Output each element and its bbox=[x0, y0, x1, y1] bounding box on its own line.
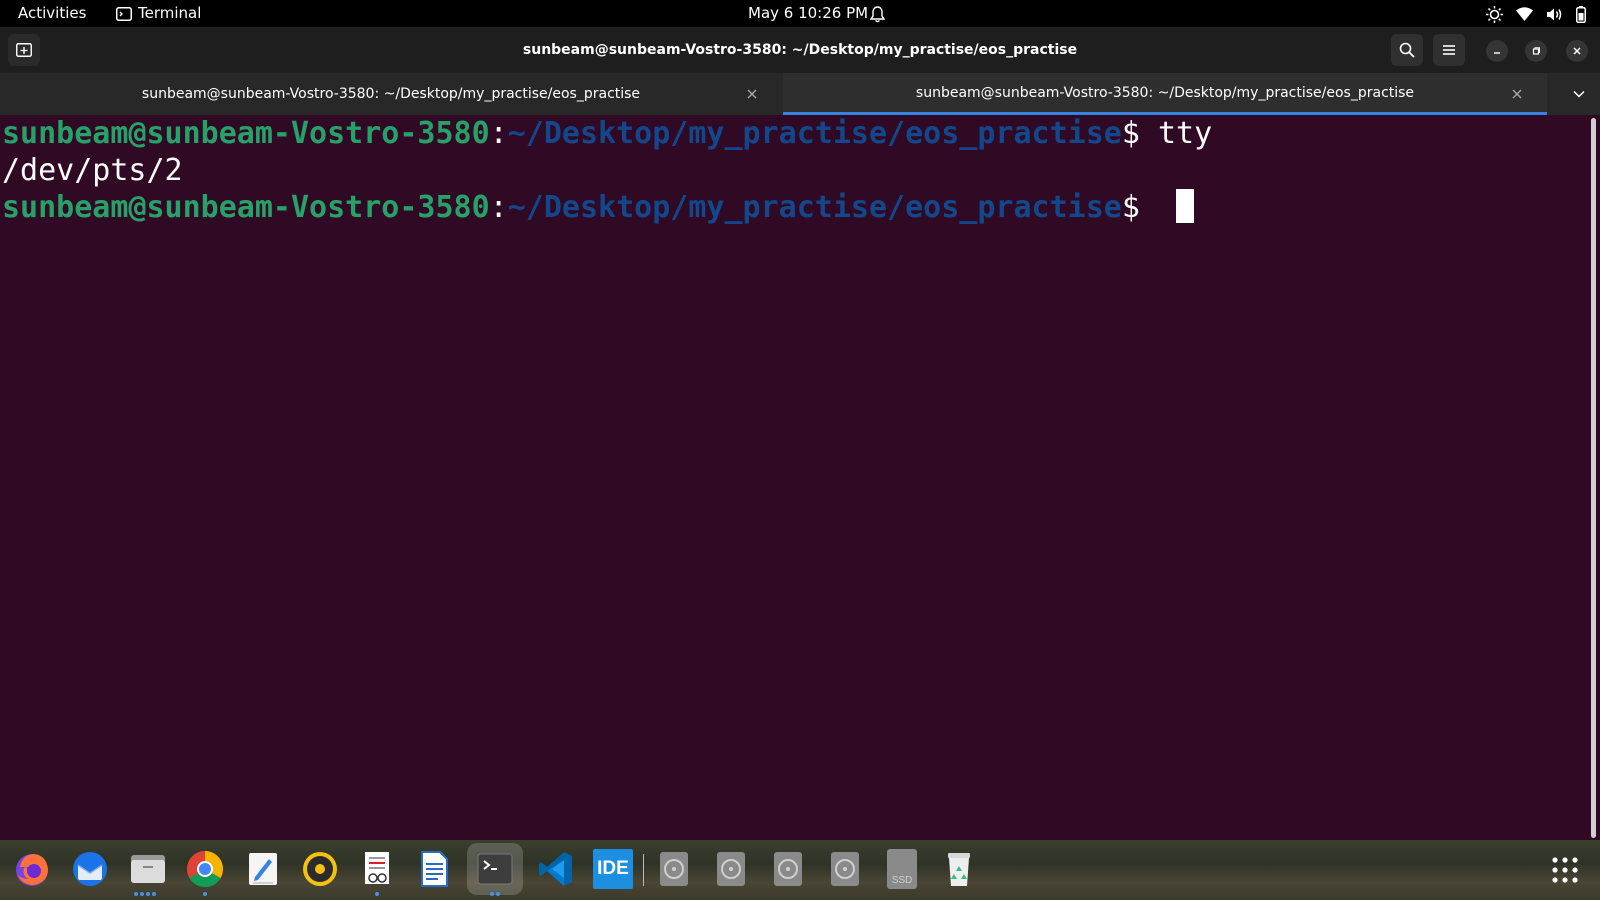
dock-separator bbox=[643, 854, 644, 886]
notification-bell-icon[interactable] bbox=[869, 5, 886, 23]
tab-label: sunbeam@sunbeam-Vostro-3580: ~/Desktop/m… bbox=[141, 86, 641, 102]
running-indicator bbox=[203, 892, 207, 896]
document-viewer-icon[interactable] bbox=[357, 849, 397, 889]
tab-label: sunbeam@sunbeam-Vostro-3580: ~/Desktop/m… bbox=[915, 84, 1415, 101]
drive-icon[interactable] bbox=[711, 849, 751, 889]
ide-icon[interactable]: IDE bbox=[593, 849, 633, 889]
terminal-line: sunbeam@sunbeam-Vostro-3580:~/Desktop/my… bbox=[2, 115, 1212, 152]
tab-bar: sunbeam@sunbeam-Vostro-3580: ~/Desktop/m… bbox=[0, 73, 1600, 115]
firefox-icon[interactable] bbox=[12, 849, 52, 889]
chevron-down-icon bbox=[1573, 90, 1585, 98]
search-icon bbox=[1399, 42, 1415, 58]
prompt-separator: : bbox=[489, 190, 508, 225]
terminal-scrollbar[interactable] bbox=[1591, 118, 1596, 838]
tabs-menu-button[interactable] bbox=[1569, 84, 1589, 104]
ssd-icon[interactable]: SSD bbox=[887, 849, 917, 889]
prompt-user: sunbeam@sunbeam-Vostro-3580 bbox=[2, 116, 490, 151]
battery-icon bbox=[1576, 5, 1586, 23]
terminal-line: /dev/pts/2 bbox=[2, 152, 183, 189]
terminal-output[interactable]: sunbeam@sunbeam-Vostro-3580:~/Desktop/my… bbox=[0, 115, 1590, 840]
drive-icon[interactable] bbox=[768, 849, 808, 889]
tab-1[interactable]: sunbeam@sunbeam-Vostro-3580: ~/Desktop/m… bbox=[0, 73, 782, 115]
volume-icon bbox=[1547, 8, 1562, 20]
close-button[interactable] bbox=[1566, 40, 1588, 62]
activities-button[interactable]: Activities bbox=[18, 0, 86, 27]
app-menu[interactable]: Terminal bbox=[116, 0, 201, 27]
app-name: Terminal bbox=[138, 4, 202, 22]
trash-icon[interactable] bbox=[939, 849, 979, 889]
prompt-symbol: $ bbox=[1121, 190, 1158, 225]
prompt-path: ~/Desktop/my_practise/eos_practise bbox=[507, 190, 1122, 225]
ssd-label: SSD bbox=[891, 875, 913, 886]
running-indicator bbox=[490, 892, 500, 896]
prompt-separator: : bbox=[489, 116, 508, 151]
drive-icon[interactable] bbox=[825, 849, 865, 889]
window-title: sunbeam@sunbeam-Vostro-3580: ~/Desktop/m… bbox=[522, 42, 1078, 58]
tab-close-icon[interactable] bbox=[1509, 86, 1525, 102]
text-editor-icon[interactable] bbox=[243, 849, 283, 889]
dock: IDE SSD bbox=[0, 840, 1600, 900]
search-button[interactable] bbox=[1391, 34, 1423, 66]
vscode-icon[interactable] bbox=[536, 849, 576, 889]
thunderbird-icon[interactable] bbox=[70, 849, 110, 889]
prompt-path: ~/Desktop/my_practise/eos_practise bbox=[507, 116, 1122, 151]
restore-button[interactable] bbox=[1525, 40, 1547, 62]
prompt-symbol: $ bbox=[1121, 116, 1158, 151]
terminal-small-icon bbox=[116, 6, 132, 21]
brightness-icon bbox=[1486, 5, 1503, 23]
prompt-user: sunbeam@sunbeam-Vostro-3580 bbox=[2, 190, 490, 225]
window-titlebar[interactable]: sunbeam@sunbeam-Vostro-3580: ~/Desktop/m… bbox=[0, 27, 1600, 73]
ide-label: IDE bbox=[597, 858, 629, 879]
running-indicator bbox=[375, 892, 379, 896]
running-indicator bbox=[134, 892, 156, 896]
show-applications-icon[interactable] bbox=[1552, 857, 1578, 883]
drive-icon[interactable] bbox=[654, 849, 694, 889]
minimize-button[interactable] bbox=[1486, 40, 1508, 62]
wifi-icon bbox=[1516, 7, 1533, 21]
terminal-line: sunbeam@sunbeam-Vostro-3580:~/Desktop/my… bbox=[2, 189, 1194, 226]
tab-close-icon[interactable] bbox=[744, 86, 760, 102]
minimize-icon bbox=[1494, 52, 1500, 54]
command-output: /dev/pts/2 bbox=[2, 153, 183, 188]
close-icon bbox=[1573, 47, 1581, 55]
hamburger-menu-icon bbox=[1443, 45, 1455, 55]
libreoffice-writer-icon[interactable] bbox=[414, 849, 454, 889]
menu-button[interactable] bbox=[1433, 34, 1465, 66]
chrome-icon[interactable] bbox=[185, 849, 225, 889]
terminal-icon[interactable] bbox=[467, 843, 523, 895]
clock[interactable]: May 6 10:26 PM bbox=[748, 0, 868, 27]
tab-2-active[interactable]: sunbeam@sunbeam-Vostro-3580: ~/Desktop/m… bbox=[783, 73, 1547, 115]
command-text: tty bbox=[1157, 116, 1213, 151]
rhythmbox-icon[interactable] bbox=[300, 849, 340, 889]
restore-icon bbox=[1532, 47, 1540, 55]
text-cursor bbox=[1175, 189, 1194, 223]
files-icon[interactable] bbox=[128, 849, 168, 889]
top-bar: Activities Terminal May 6 10:26 PM bbox=[0, 0, 1600, 27]
system-tray[interactable] bbox=[1486, 5, 1586, 23]
